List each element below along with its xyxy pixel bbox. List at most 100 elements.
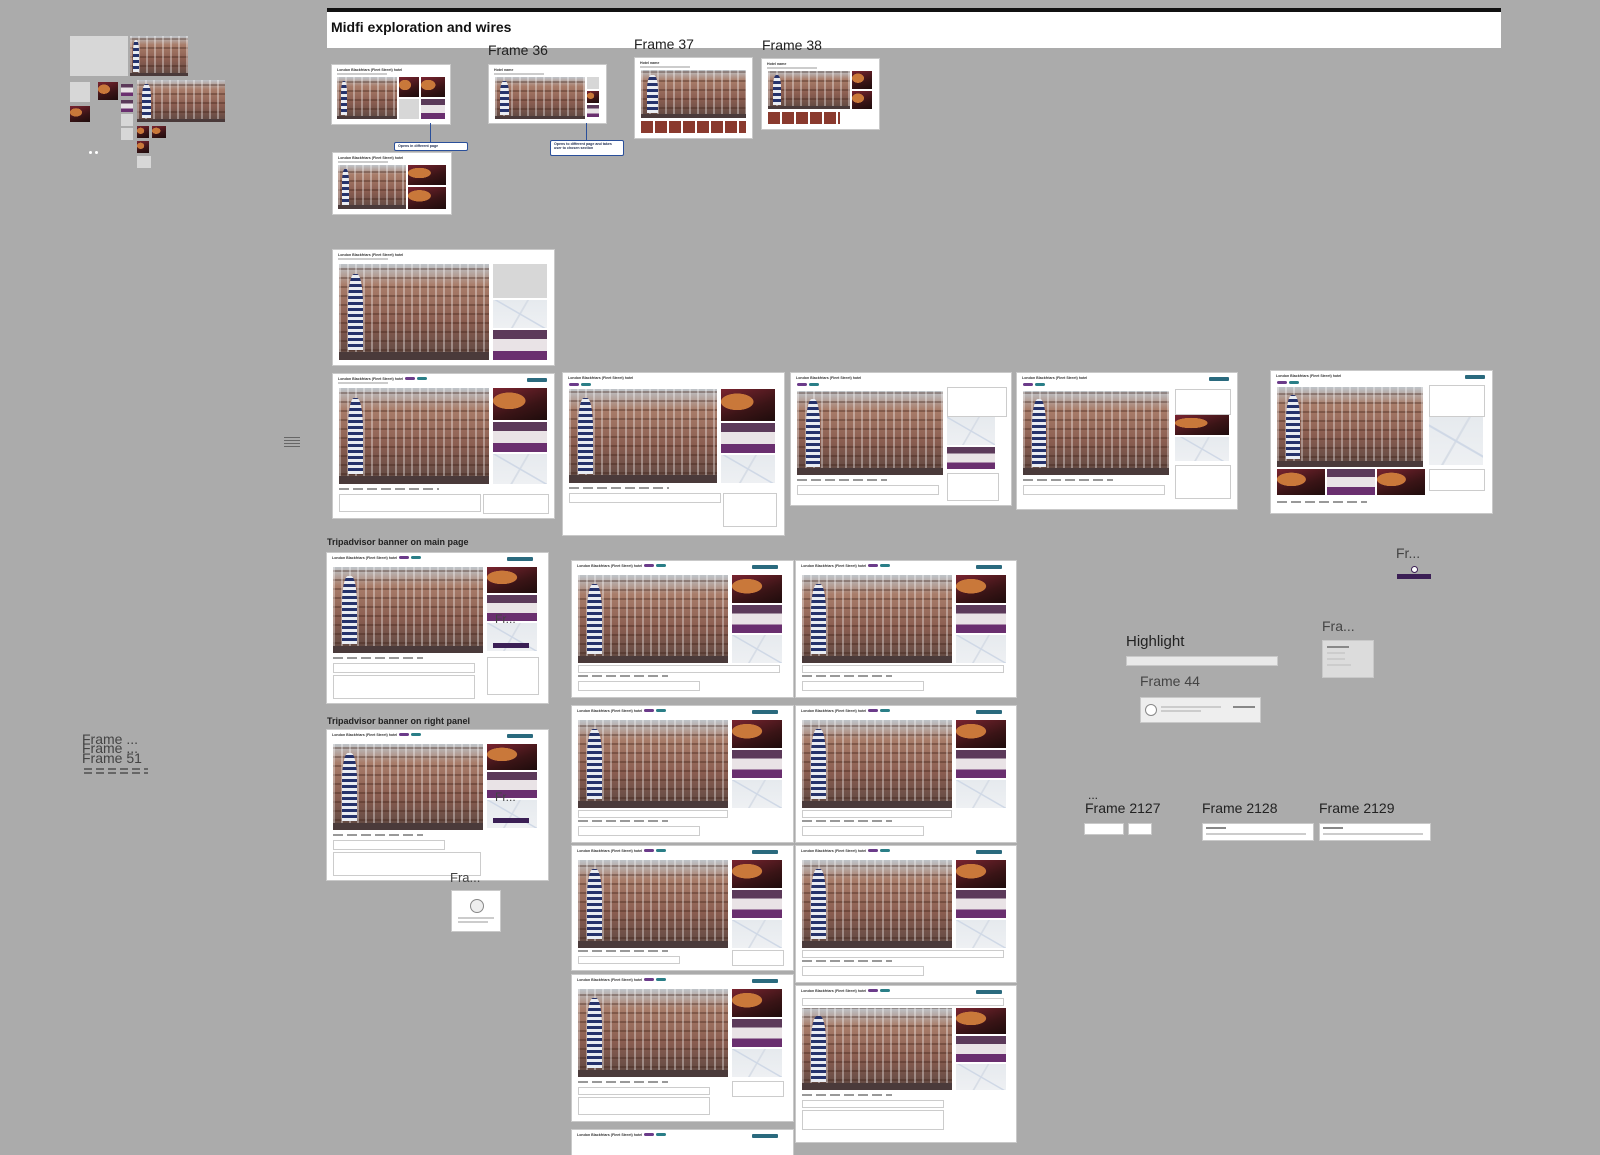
frame-label[interactable]: Fra... xyxy=(1322,618,1355,634)
tripadvisor-strip[interactable] xyxy=(578,665,780,673)
frame-wire[interactable]: London Blackfriars (Fleet Street) hotel xyxy=(791,373,1011,505)
highlight-bar[interactable] xyxy=(1126,656,1278,666)
frame-wire[interactable]: Hotel name xyxy=(489,65,606,123)
frame-wire[interactable]: London Blackfriars (Fleet Street) hotel xyxy=(796,986,1016,1142)
tripadvisor-strip[interactable] xyxy=(578,810,728,818)
thumbnail-room[interactable] xyxy=(98,82,118,100)
frame-wire[interactable]: London Blackfriars (Fleet Street) hotel xyxy=(796,846,1016,982)
frame-label[interactable]: Fr... xyxy=(1396,545,1420,561)
tab-bar[interactable] xyxy=(797,479,887,481)
highlights-strip[interactable] xyxy=(1202,823,1314,841)
thumbnail-hotel-image[interactable] xyxy=(137,80,225,122)
tab-bar[interactable] xyxy=(802,1094,892,1096)
frame-label[interactable]: Frame 36 xyxy=(488,42,548,58)
tab-bar[interactable] xyxy=(333,657,423,659)
frame-label[interactable]: Frame 2128 xyxy=(1202,800,1277,816)
highlights-card[interactable] xyxy=(1322,640,1374,678)
tripadvisor-strip[interactable] xyxy=(802,1100,944,1108)
chip[interactable] xyxy=(1128,823,1152,835)
tab-bar[interactable] xyxy=(578,950,668,952)
frame-label[interactable]: Frame 44 xyxy=(1140,673,1200,689)
tripadvisor-strip[interactable] xyxy=(802,950,1004,958)
frame-wire[interactable]: London Blackfriars (Fleet Street) hotel xyxy=(333,250,554,365)
frame-wire[interactable]: London Blackfriars (Fleet Street) hotel xyxy=(572,561,793,697)
thumbnail-placeholder-small[interactable] xyxy=(121,114,133,126)
tab-bar[interactable] xyxy=(802,960,892,962)
book-button[interactable] xyxy=(752,1134,778,1138)
frame-label[interactable]: Fr... xyxy=(495,790,516,804)
thumbnail-placeholder[interactable] xyxy=(70,36,128,76)
tripadvisor-card[interactable] xyxy=(1140,697,1261,723)
map-banner[interactable] xyxy=(493,818,529,823)
frame-label[interactable]: Fra... xyxy=(450,870,480,885)
thumbnail-hotel-image[interactable] xyxy=(130,36,188,76)
frame-label[interactable]: Highlight xyxy=(1126,633,1184,650)
tripadvisor-strip[interactable] xyxy=(578,1087,710,1095)
book-button[interactable] xyxy=(527,378,547,382)
book-button[interactable] xyxy=(976,710,1002,714)
tab-bar[interactable] xyxy=(578,1081,668,1083)
book-button[interactable] xyxy=(507,557,533,561)
frame-wire[interactable]: London Blackfriars (Fleet Street) hotel xyxy=(1271,371,1492,513)
annotation-note[interactable]: Opens to different page and takes user t… xyxy=(550,140,624,156)
frame-label[interactable]: Frame 37 xyxy=(634,36,694,52)
tripadvisor-card[interactable] xyxy=(451,890,501,932)
thumbnail-room[interactable] xyxy=(121,100,133,112)
tab-bar[interactable] xyxy=(802,675,892,677)
tab-bar[interactable] xyxy=(578,675,668,677)
frame-wire[interactable]: London Blackfriars (Fleet Street) hotel xyxy=(333,374,554,518)
tab-bar[interactable] xyxy=(1023,479,1113,481)
tab-bar[interactable] xyxy=(1277,501,1367,503)
frame-label[interactable]: Frame 38 xyxy=(762,37,822,53)
frame-wire[interactable]: London Blackfriars (Fleet Street) hotel xyxy=(796,561,1016,697)
book-button[interactable] xyxy=(752,979,778,983)
tab-bar[interactable] xyxy=(569,487,669,489)
frame-wire[interactable]: London Blackfriars (Fleet Street) hotel xyxy=(1017,373,1237,509)
map-banner[interactable] xyxy=(1397,574,1431,579)
tripadvisor-banner[interactable] xyxy=(333,675,475,699)
thumbnail-room[interactable] xyxy=(152,126,166,138)
frame-wire[interactable]: London Blackfriars (Fleet Street) hotel xyxy=(796,706,1016,842)
tab-bar[interactable] xyxy=(333,834,423,836)
frame-label[interactable]: Frame 2129 xyxy=(1319,800,1394,816)
frame-38[interactable]: Hotel name xyxy=(762,59,879,129)
frame-37[interactable]: Hotel name xyxy=(635,58,752,138)
book-button[interactable] xyxy=(752,850,778,854)
tab-bar[interactable] xyxy=(578,820,668,822)
frame-label[interactable]: Frame 2127 xyxy=(1085,800,1160,816)
frame-wire[interactable]: London Blackfriars (Fleet Street) hotel xyxy=(327,730,548,880)
thumbnail-room[interactable] xyxy=(121,84,133,96)
frame-wire[interactable]: London Blackfriars (Fleet Street) hotel xyxy=(332,65,450,124)
frame-wire[interactable]: London Blackfriars (Fleet Street) hotel xyxy=(572,846,793,970)
thumbnail-room[interactable] xyxy=(70,106,90,122)
tab-bar[interactable] xyxy=(802,820,892,822)
chip[interactable] xyxy=(1084,823,1124,835)
book-button[interactable] xyxy=(752,565,778,569)
book-button[interactable] xyxy=(976,850,1002,854)
thumbnail-room[interactable] xyxy=(137,126,149,138)
tripadvisor-strip[interactable] xyxy=(802,665,1004,673)
frame-label[interactable]: Fr... xyxy=(495,612,516,626)
thumbnail-room[interactable] xyxy=(137,141,149,153)
book-button[interactable] xyxy=(1209,377,1229,381)
book-button[interactable] xyxy=(976,990,1002,994)
annotation-note[interactable]: Opens in different page xyxy=(394,142,468,151)
highlights-strip[interactable] xyxy=(1319,823,1431,841)
tripadvisor-strip[interactable] xyxy=(802,810,952,818)
thumbnail-placeholder-small[interactable] xyxy=(137,156,151,168)
frame-wire[interactable]: London Blackfriars (Fleet Street) hotel xyxy=(333,153,451,214)
frame-label[interactable]: Frame 51 xyxy=(82,750,142,766)
book-button[interactable] xyxy=(752,710,778,714)
frame-wire[interactable]: London Blackfriars (Fleet Street) hotel xyxy=(563,373,784,535)
book-button[interactable] xyxy=(976,565,1002,569)
map-banner[interactable] xyxy=(493,643,529,648)
tab-bar[interactable] xyxy=(339,488,439,490)
frame-wire[interactable]: London Blackfriars (Fleet Street) hotel xyxy=(572,975,793,1121)
frame-wire[interactable]: London Blackfriars (Fleet Street) hotel xyxy=(327,553,548,703)
tripadvisor-strip[interactable] xyxy=(578,956,680,964)
book-button[interactable] xyxy=(1465,375,1485,379)
frame-wire[interactable]: London Blackfriars (Fleet Street) hotel xyxy=(572,706,793,842)
thumbnail-placeholder-small[interactable] xyxy=(70,82,90,102)
book-button[interactable] xyxy=(507,734,533,738)
frame-wire[interactable]: London Blackfriars (Fleet Street) hotel xyxy=(572,1130,793,1155)
